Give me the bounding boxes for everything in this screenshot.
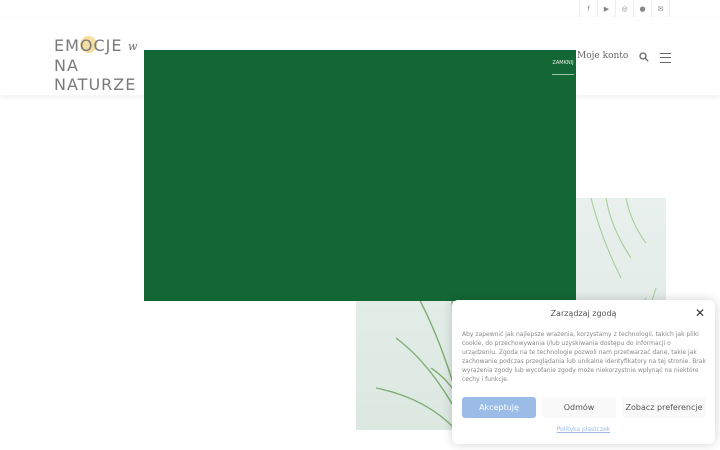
close-icon[interactable]: ✕ xyxy=(695,306,705,320)
social-links: f ▶ ◎ ● ✉ xyxy=(579,0,670,17)
my-account-link[interactable]: Moje konto xyxy=(577,51,628,61)
modal-close-button[interactable]: ZAMKNIJ xyxy=(552,52,574,75)
cookie-description: Aby zapewnić jak najlepsze wrażenia, kor… xyxy=(462,331,706,383)
preferences-button[interactable]: Zobacz preferencje xyxy=(622,397,706,418)
email-icon[interactable]: ✉ xyxy=(651,0,670,17)
youtube-icon[interactable]: ▶ xyxy=(597,0,615,17)
search-icon[interactable] xyxy=(639,52,649,62)
messenger-icon[interactable]: ● xyxy=(633,0,651,17)
hamburger-menu-icon[interactable] xyxy=(660,53,671,63)
cookie-title: Zarządzaj zgodą xyxy=(550,309,617,318)
facebook-icon[interactable]: f xyxy=(579,0,597,17)
site-logo[interactable]: EMOCJE w NA NATURZE xyxy=(54,34,150,94)
accept-button[interactable]: Akceptuję xyxy=(462,397,536,418)
instagram-icon[interactable]: ◎ xyxy=(615,0,633,17)
deny-button[interactable]: Odmów xyxy=(542,397,616,418)
cookie-policy-link[interactable]: Polityka plastczek xyxy=(452,426,715,433)
green-modal-overlay: ZAMKNIJ xyxy=(144,50,576,301)
top-social-bar: f ▶ ◎ ● ✉ xyxy=(0,0,720,18)
cookie-consent-panel: Zarządzaj zgodą ✕ Aby zapewnić jak najle… xyxy=(452,300,715,444)
logo-line-2: NA NATURZE xyxy=(54,56,137,94)
logo-line-1: EMOCJE xyxy=(54,36,123,55)
logo-w: w xyxy=(128,40,138,53)
